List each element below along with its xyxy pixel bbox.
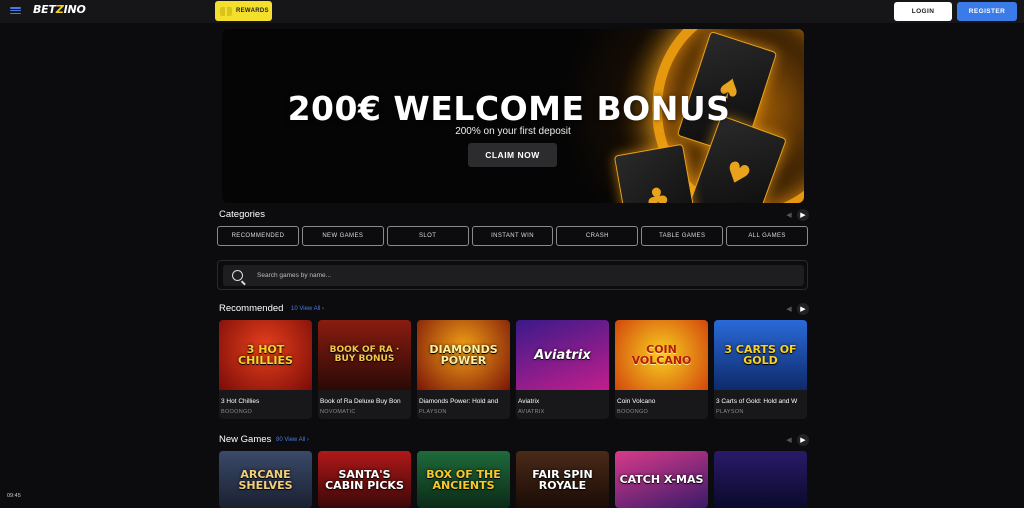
clock-readout: 09:45 [7, 493, 21, 499]
rewards-label: REWARDS [236, 8, 269, 14]
game-thumbnail-title: DIAMONDS POWER [429, 343, 498, 367]
new-games-title: New Games [219, 434, 272, 445]
logo-text-z: Z [55, 3, 64, 16]
game-thumbnail: ARCANE SHELVES [219, 451, 312, 508]
game-thumbnail-title: SANTA'S CABIN PICKS [325, 467, 404, 492]
game-provider: PLAYSON [716, 409, 744, 415]
game-name: 3 Hot Chillies [221, 398, 260, 405]
game-card[interactable]: CATCH X-MAS [615, 451, 708, 508]
top-bar: BETZINO REWARDS LOGIN REGISTER [0, 0, 1024, 23]
hero-subtitle: 200% on your first deposit [455, 126, 571, 137]
login-button[interactable]: LOGIN [894, 2, 952, 21]
game-card[interactable]: ARCANE SHELVES [219, 451, 312, 508]
game-card[interactable]: Aviatrix Aviatrix AVIATRIX [516, 320, 609, 419]
game-thumbnail: BOX OF THE ANCIENTS [417, 451, 510, 508]
recommended-view-all-link[interactable]: 10 View All › [291, 306, 324, 312]
hero-title: 200€ WELCOME BONUS [287, 89, 731, 128]
game-thumbnail-title: BOOK OF RA · BUY BONUS [329, 345, 400, 364]
game-thumbnail-title: 3 CARTS OF GOLD [724, 343, 797, 367]
category-recommended[interactable]: RECOMMENDED [217, 226, 299, 246]
logo-text-right: INO [63, 3, 86, 16]
game-thumbnail-title: COIN VOLCANO [631, 343, 692, 367]
category-tabs: RECOMMENDED NEW GAMES SLOT INSTANT WIN C… [217, 226, 809, 246]
recommended-games-row: 3 HOT CHILLIES 3 Hot Chillies BOOONGO BO… [219, 320, 807, 419]
game-card[interactable]: SANTA'S CABIN PICKS [318, 451, 411, 508]
game-name: Book of Ra Deluxe Buy Bon [320, 398, 401, 405]
game-thumbnail: Aviatrix [516, 320, 609, 390]
game-provider: AVIATRIX [518, 409, 545, 415]
categories-next-arrow-icon[interactable]: ▶ [797, 209, 809, 221]
game-thumbnail-title: CATCH X-MAS [619, 473, 704, 486]
search-input[interactable] [257, 272, 757, 279]
game-thumbnail-title: ARCANE SHELVES [238, 467, 293, 492]
new-games-next-arrow-icon[interactable]: ▶ [797, 434, 809, 446]
game-thumbnail: COIN VOLCANO [615, 320, 708, 390]
game-card[interactable] [714, 451, 807, 508]
game-card[interactable]: FAIR SPIN ROYALE [516, 451, 609, 508]
game-thumbnail: CATCH X-MAS [615, 451, 708, 508]
rewards-button[interactable]: REWARDS [215, 1, 272, 21]
game-provider: NOVOMATIC [320, 409, 356, 415]
category-all-games[interactable]: ALL GAMES [726, 226, 809, 246]
game-name: Aviatrix [518, 398, 540, 405]
game-thumbnail-title: BOX OF THE ANCIENTS [426, 467, 501, 492]
new-games-row: ARCANE SHELVES SANTA'S CABIN PICKS BOX O… [219, 451, 807, 508]
game-thumbnail: DIAMONDS POWER [417, 320, 510, 390]
game-card[interactable]: 3 CARTS OF GOLD 3 Carts of Gold: Hold an… [714, 320, 807, 419]
category-slot[interactable]: SLOT [386, 226, 469, 246]
logo-text-left: BET [33, 3, 56, 16]
site-logo[interactable]: BETZINO [33, 3, 86, 16]
category-instant-win[interactable]: INSTANT WIN [471, 226, 554, 246]
categories-prev-arrow-icon[interactable]: ◀ [783, 209, 795, 221]
game-name: Diamonds Power: Hold and [419, 398, 499, 405]
game-provider: BOOONGO [617, 409, 649, 415]
category-new-games[interactable]: NEW GAMES [301, 226, 384, 246]
game-provider: PLAYSON [419, 409, 447, 415]
game-provider: BOOONGO [221, 409, 253, 415]
game-card[interactable]: BOX OF THE ANCIENTS [417, 451, 510, 508]
categories-title: Categories [219, 209, 265, 220]
new-games-view-all-link[interactable]: 80 View All › [276, 437, 309, 443]
game-thumbnail: 3 CARTS OF GOLD [714, 320, 807, 390]
search-container [217, 260, 808, 290]
game-card[interactable]: COIN VOLCANO Coin Volcano BOOONGO [615, 320, 708, 419]
category-table-games[interactable]: TABLE GAMES [641, 226, 724, 246]
game-thumbnail: BOOK OF RA · BUY BONUS [318, 320, 411, 390]
view-all-label: 10 View All [291, 306, 321, 312]
recommended-prev-arrow-icon[interactable]: ◀ [783, 303, 795, 315]
game-thumbnail-title: Aviatrix [534, 347, 591, 363]
claim-now-button[interactable]: CLAIM NOW [468, 143, 557, 167]
view-all-label: 80 View All [276, 437, 306, 443]
new-games-prev-arrow-icon[interactable]: ◀ [783, 434, 795, 446]
game-name: 3 Carts of Gold: Hold and W [716, 398, 798, 405]
chevron-right-icon: › [306, 437, 309, 443]
register-button[interactable]: REGISTER [957, 2, 1017, 21]
game-thumbnail-title: 3 HOT CHILLIES [238, 343, 293, 367]
category-crash[interactable]: CRASH [556, 226, 639, 246]
welcome-bonus-banner[interactable]: ♠ ♥ ♣ 200€ WELCOME BONUS 200% on your fi… [222, 29, 804, 203]
recommended-next-arrow-icon[interactable]: ▶ [797, 303, 809, 315]
game-thumbnail: SANTA'S CABIN PICKS [318, 451, 411, 508]
hamburger-menu-icon[interactable] [10, 5, 21, 16]
gift-icon [220, 6, 232, 16]
chevron-right-icon: › [321, 306, 324, 312]
game-card[interactable]: DIAMONDS POWER Diamonds Power: Hold and … [417, 320, 510, 419]
search-icon [232, 270, 243, 281]
game-thumbnail [714, 451, 807, 508]
game-card[interactable]: BOOK OF RA · BUY BONUS Book of Ra Deluxe… [318, 320, 411, 419]
game-thumbnail: 3 HOT CHILLIES [219, 320, 312, 390]
game-card[interactable]: 3 HOT CHILLIES 3 Hot Chillies BOOONGO [219, 320, 312, 419]
game-thumbnail-title: FAIR SPIN ROYALE [532, 467, 593, 492]
recommended-title: Recommended [219, 303, 284, 314]
game-name: Coin Volcano [617, 398, 656, 405]
game-thumbnail: FAIR SPIN ROYALE [516, 451, 609, 508]
search-bar [223, 265, 804, 286]
